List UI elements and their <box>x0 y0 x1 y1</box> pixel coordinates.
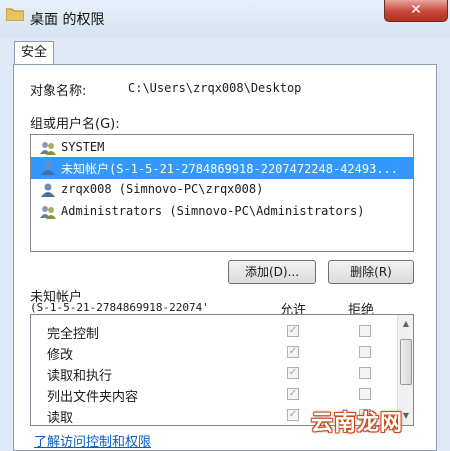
list-item-label: SYSTEM <box>61 140 105 154</box>
list-item-administrators[interactable]: Administrators (Simnovo-PC\Administrator… <box>31 201 413 223</box>
list-item-label: 未知帐户(S-1-5-21-2784869918-2207472248-4249… <box>61 162 398 176</box>
allow-checkbox: ✓ <box>287 367 299 379</box>
user-icon <box>41 183 55 197</box>
deny-checkbox <box>359 388 371 400</box>
deny-checkbox <box>359 346 371 358</box>
permission-row-modify: 修改 ✓ <box>31 342 397 363</box>
close-button[interactable]: ✕ <box>384 0 448 22</box>
permission-row-list-folder: 列出文件夹内容 ✓ <box>31 384 397 405</box>
permission-name: 完全控制 <box>47 327 100 342</box>
scroll-thumb[interactable] <box>400 339 412 385</box>
window-title: 桌面 的权限 <box>30 12 105 28</box>
list-item-label: Administrators (Simnovo-PC\Administrator… <box>61 204 365 218</box>
list-item-zrqx008[interactable]: zrqx008 (Simnovo-PC\zrqx008) <box>31 179 413 201</box>
permission-row-full-control: 完全控制 ✓ <box>31 321 397 342</box>
list-item-unknown-account[interactable]: 未知帐户(S-1-5-21-2784869918-2207472248-4249… <box>31 157 413 179</box>
tab-security[interactable]: 安全 <box>14 41 54 65</box>
groups-listbox[interactable]: SYSTEM 未知帐户(S-1-5-21-2784869918-22074722… <box>30 134 414 252</box>
allow-checkbox: ✓ <box>287 325 299 337</box>
permissions-window: 桌面 的权限 ✕ 安全 对象名称: C:\Users\zrqx008\Deskt… <box>0 0 450 451</box>
allow-checkbox: ✓ <box>287 346 299 358</box>
object-path: C:\Users\zrqx008\Desktop <box>128 81 302 95</box>
access-control-help-link[interactable]: 了解访问控制和权限 <box>34 431 151 450</box>
groups-label: 组或用户名(G): <box>30 117 120 132</box>
watermark: 云南龙网 <box>311 411 404 436</box>
title-bar: 桌面 的权限 ✕ <box>0 0 450 38</box>
permission-name: 修改 <box>47 348 74 363</box>
permission-name: 列出文件夹内容 <box>47 390 139 405</box>
add-button[interactable]: 添加(D)... <box>228 260 316 284</box>
close-icon: ✕ <box>410 2 422 18</box>
list-item-label: zrqx008 (Simnovo-PC\zrqx008) <box>61 182 264 196</box>
remove-button[interactable]: 删除(R) <box>328 260 414 284</box>
permission-row-read-execute: 读取和执行 ✓ <box>31 363 397 384</box>
list-item-system[interactable]: SYSTEM <box>31 137 413 159</box>
object-name-label: 对象名称: <box>30 84 87 99</box>
permission-name: 读取和执行 <box>47 369 113 384</box>
folder-icon <box>6 8 24 21</box>
users-group-icon <box>40 206 56 219</box>
users-group-icon <box>40 142 56 155</box>
permissions-account-sid: (S-1-5-21-2784869918-22074' <box>30 301 209 314</box>
allow-checkbox: ✓ <box>287 388 299 400</box>
deny-checkbox <box>359 325 371 337</box>
allow-checkbox: ✓ <box>287 409 299 421</box>
scroll-up-icon[interactable]: ▲ <box>400 317 412 331</box>
permission-name: 读取 <box>47 411 74 426</box>
user-icon <box>41 161 55 175</box>
deny-checkbox <box>359 367 371 379</box>
